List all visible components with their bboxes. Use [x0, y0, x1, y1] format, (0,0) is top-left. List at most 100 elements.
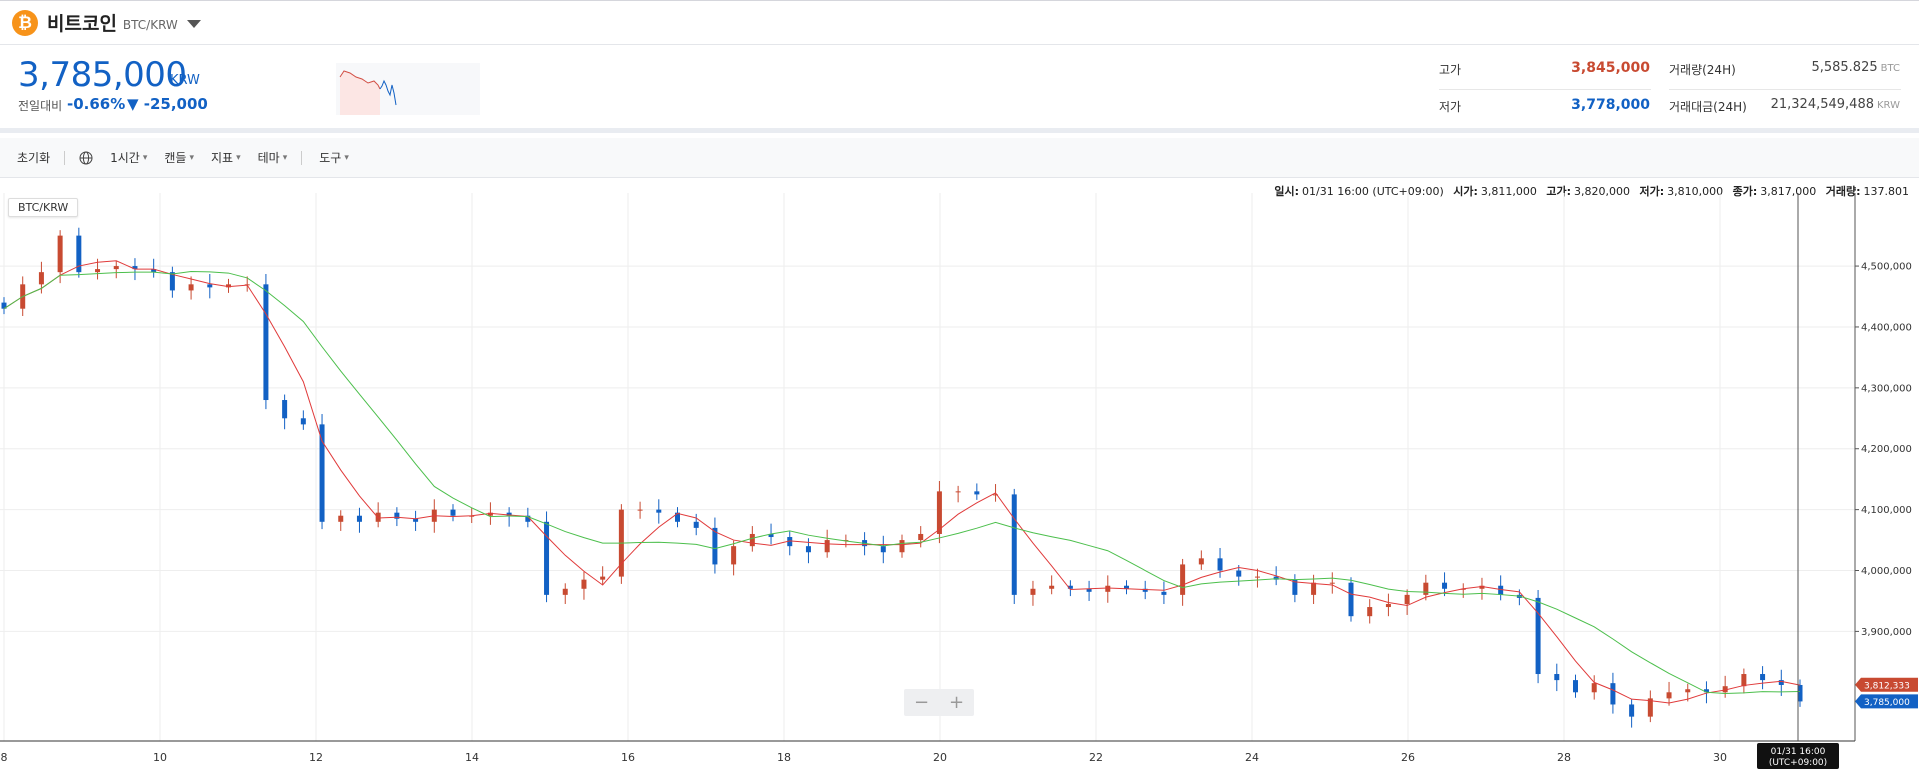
cursor-timezone-label: (UTC+09:00)	[1769, 758, 1827, 768]
chart-pair-tag: BTC/KRW	[8, 198, 79, 217]
toolbar-divider	[301, 150, 303, 165]
candle-body	[1423, 582, 1429, 595]
high-value: 3,845,000	[1571, 60, 1650, 76]
change-amount: ▼ -25,000	[127, 95, 208, 113]
candle-body	[300, 418, 306, 425]
candle-body	[207, 284, 213, 288]
candle-body	[319, 424, 325, 522]
x-tick-label: 30	[1713, 751, 1727, 764]
candle-body	[1198, 558, 1204, 565]
candle-body	[1217, 558, 1223, 571]
change-label: 전일대비	[18, 99, 63, 113]
x-tick-label: 10	[153, 751, 167, 764]
x-tick-label: 14	[465, 751, 479, 764]
indicator-label: 지표	[211, 151, 234, 165]
volume-unit: BTC	[1880, 63, 1900, 74]
interval-label: 1시간	[110, 151, 140, 165]
theme-label: 테마	[257, 151, 280, 165]
zoom-out-button[interactable]: −	[914, 692, 929, 713]
interval-dropdown[interactable]: 1시간 ▾	[110, 149, 147, 166]
chart-toolbar: 초기화 1시간 ▾ 캔들 ▾ 지표 ▾ 테마 ▾ 도구 ▾	[0, 138, 1919, 178]
coin-name: 비트코인	[47, 13, 117, 35]
candle-body	[805, 546, 811, 553]
divider	[1669, 89, 1901, 90]
globe-icon[interactable]	[79, 151, 93, 165]
candle-body	[1329, 582, 1335, 584]
y-tick-label: 4,100,000	[1861, 505, 1912, 516]
volume-value-wrap: 5,585.825 BTC	[1740, 60, 1900, 75]
low-value: 3,778,000	[1571, 97, 1650, 113]
candle-body	[1404, 594, 1410, 604]
turnover-label: 거래대금(24H)	[1669, 100, 1747, 114]
candle-body	[581, 579, 587, 589]
turnover-unit: KRW	[1877, 100, 1900, 111]
coin-pair: BTC/KRW	[122, 17, 178, 32]
candle-dropdown[interactable]: 캔들 ▾	[164, 149, 194, 166]
x-tick-label: 22	[1089, 751, 1103, 764]
zoom-control: − +	[904, 689, 974, 716]
chevron-down-icon[interactable]	[186, 20, 201, 28]
mini-sparkline	[336, 63, 480, 115]
reset-label: 초기화	[17, 151, 51, 165]
candle-body	[57, 235, 63, 273]
candle-body	[1348, 582, 1354, 617]
candle-body	[1741, 674, 1747, 687]
turnover-value: 21,324,549,488	[1770, 97, 1874, 112]
candle-body	[1385, 604, 1391, 608]
candle-body	[356, 515, 362, 522]
candle-body	[1442, 582, 1448, 589]
candle-body	[113, 266, 119, 270]
candle-body	[1535, 597, 1541, 675]
y-tick-label: 4,000,000	[1861, 566, 1912, 577]
chevron-down-icon: ▾	[344, 152, 349, 163]
candle-body	[1254, 576, 1260, 578]
candle-body	[637, 509, 643, 511]
candle-body	[450, 509, 456, 516]
candle-body	[1666, 692, 1672, 699]
chevron-down-icon: ▾	[189, 152, 194, 163]
x-tick-label: 20	[933, 751, 947, 764]
theme-dropdown[interactable]: 테마 ▾	[258, 149, 288, 166]
ma-price-label: 3,812,333	[1864, 681, 1910, 691]
candle-body	[880, 546, 886, 553]
candle-body	[1610, 683, 1616, 705]
chevron-down-icon: ▾	[142, 152, 148, 163]
candle-body	[712, 527, 718, 565]
low-label: 저가	[1439, 100, 1462, 114]
y-tick-label: 4,200,000	[1861, 444, 1912, 455]
price-chart[interactable]: 8 10 12 14 16 18 20 22 24 26 28 30 4,500,000 4,400,00…	[0, 193, 1919, 774]
reset-button[interactable]: 초기화	[17, 149, 50, 166]
candle-body	[1760, 674, 1766, 681]
candle-body	[974, 491, 980, 495]
market-header: ₿ 비트코인 BTC/KRW	[0, 0, 1919, 45]
moving-average-long	[3, 271, 1801, 695]
volume-value: 5,585.825	[1811, 60, 1878, 75]
candle-body	[1049, 585, 1055, 589]
candle-body	[1236, 570, 1242, 577]
candle-body	[1011, 494, 1017, 595]
y-tick-label: 4,500,000	[1861, 262, 1912, 273]
volume-label: 거래량(24H)	[1669, 63, 1736, 77]
tools-label: 도구	[319, 151, 342, 165]
candle-body	[1030, 588, 1036, 595]
candle-body	[731, 546, 737, 565]
x-tick-label: 24	[1245, 751, 1259, 764]
candle-body	[600, 576, 606, 580]
candle-body	[693, 521, 699, 528]
candle-body	[562, 588, 568, 595]
indicator-dropdown[interactable]: 지표 ▾	[211, 149, 241, 166]
tools-dropdown[interactable]: 도구 ▾	[319, 149, 349, 166]
candle-body	[1685, 689, 1691, 693]
candle-body	[1105, 585, 1111, 592]
candle-body	[263, 284, 269, 401]
candle-body	[1180, 564, 1186, 595]
candle-body	[1311, 582, 1317, 595]
y-tick-label: 4,400,000	[1861, 322, 1912, 333]
last-price-label: 3,785,000	[1864, 698, 1910, 708]
divider	[1439, 89, 1651, 90]
chevron-down-icon: ▾	[236, 152, 241, 163]
candle-body	[38, 272, 44, 285]
candle-label: 캔들	[164, 151, 187, 165]
zoom-in-button[interactable]: +	[949, 692, 964, 713]
x-tick-label: 18	[777, 751, 791, 764]
